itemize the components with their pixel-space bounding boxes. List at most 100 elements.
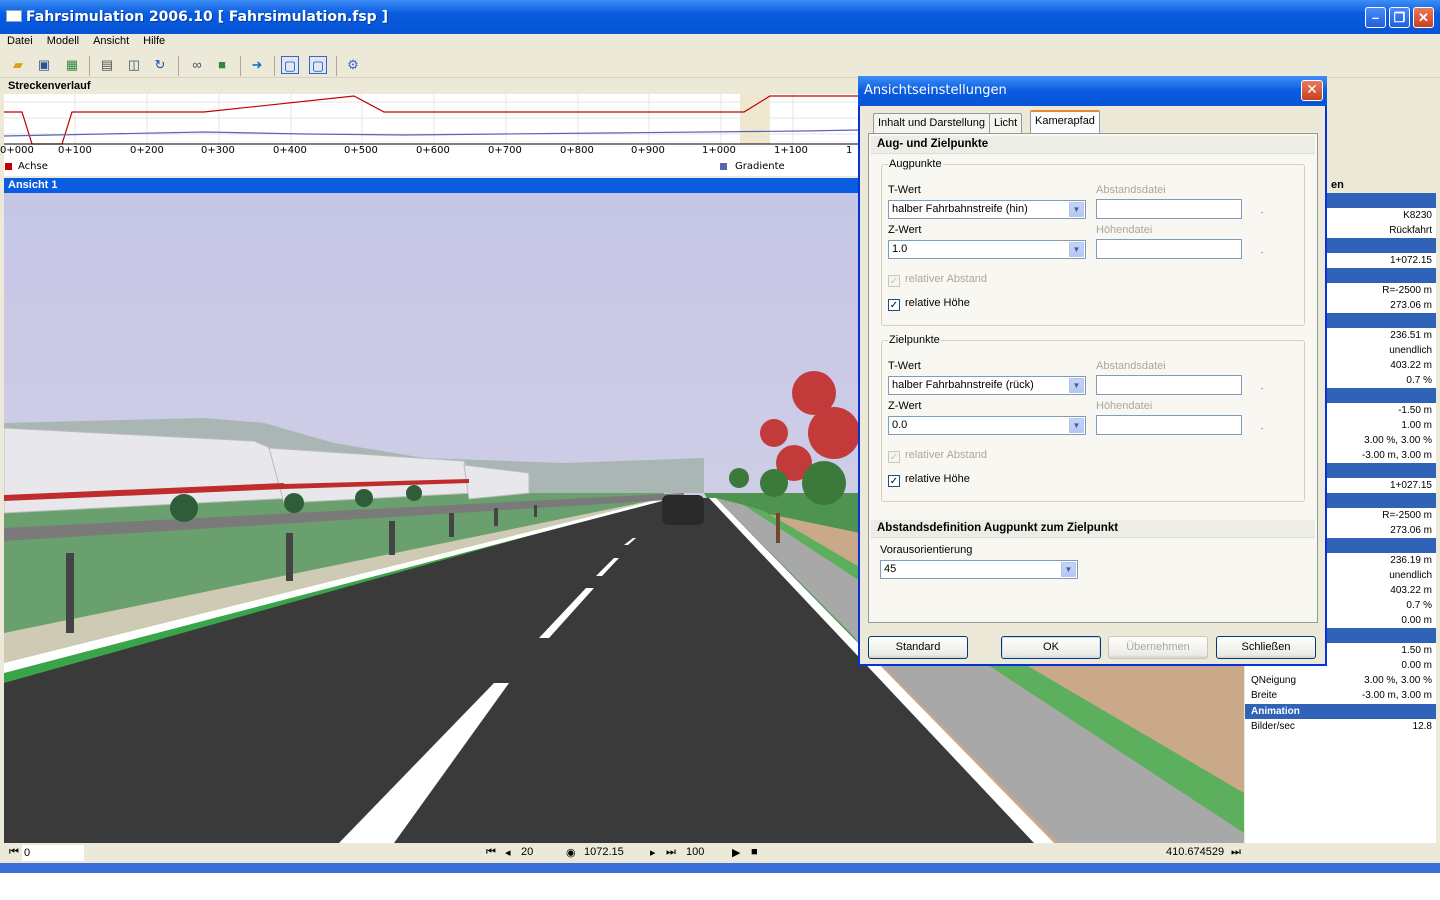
cube-icon[interactable]: ■ — [213, 56, 231, 74]
chevron-down-icon[interactable]: ▼ — [1069, 242, 1084, 257]
station-label: 1 — [846, 145, 853, 156]
window-title: Fahrsimulation 2006.10 [ Fahrsimulation.… — [26, 9, 388, 25]
props-head-fragment: en — [1331, 179, 1344, 191]
taskbar-strip — [0, 863, 1440, 873]
navigate-icon[interactable]: ➜ — [248, 56, 266, 74]
eye-relative-distance-checkbox[interactable]: ✓ relativer Abstand — [888, 273, 987, 287]
chevron-down-icon[interactable]: ▼ — [1069, 378, 1084, 393]
legend-axis: Achse — [18, 161, 48, 172]
frame-start-input[interactable]: 0 — [22, 845, 84, 861]
target-relative-height-checkbox[interactable]: ✓ relative Höhe — [888, 473, 970, 487]
tab-panel-camera-path: Aug- und Zielpunkte Augpunkte T-Wert Abs… — [868, 133, 1318, 623]
profile-graph — [4, 94, 858, 145]
stop-icon[interactable]: ■ — [751, 846, 758, 858]
app-icon — [6, 10, 22, 22]
window-titlebar[interactable]: Fahrsimulation 2006.10 [ Fahrsimulation.… — [0, 0, 1440, 34]
first-frame-icon[interactable]: ⏮ — [9, 846, 19, 859]
step-back-icon[interactable]: ◂ — [505, 846, 511, 859]
property-row: Breite -3.00 m, 3.00 m — [1251, 690, 1432, 701]
menubar: Datei Modell Ansicht Hilfe — [0, 34, 1440, 52]
station-label: 0+800 — [560, 145, 594, 156]
minimize-button[interactable]: – — [1365, 7, 1386, 28]
property-row: QNeigung 3.00 %, 3.00 % — [1251, 675, 1432, 686]
station-label: 1+100 — [774, 145, 808, 156]
view-settings-dialog: Ansichtseinstellungen ✕ Inhalt und Darst… — [858, 76, 1327, 666]
image-icon[interactable]: ▦ — [63, 56, 81, 74]
target-relative-distance-checkbox[interactable]: ✓ relativer Abstand — [888, 449, 987, 463]
station-label: 0+400 — [273, 145, 307, 156]
refresh-icon[interactable]: ↻ — [151, 56, 169, 74]
target-height-file-label: Höhendatei — [1096, 400, 1153, 412]
dialog-title: Ansichtseinstellungen — [864, 83, 1007, 98]
eye-t-select[interactable]: halber Fahrbahnstreife (hin) ▼ — [888, 200, 1086, 219]
target-dist-file-input[interactable] — [1096, 375, 1242, 395]
station-label: 0+500 — [344, 145, 378, 156]
link-icon[interactable]: ∞ — [188, 56, 206, 74]
chevron-down-icon[interactable]: ▼ — [1069, 202, 1084, 217]
position-value[interactable]: 1072.15 — [584, 846, 624, 858]
split-view-icon[interactable]: ▢ — [309, 56, 327, 74]
lead-select[interactable]: 45 ▼ — [880, 560, 1078, 579]
step-value[interactable]: 20 — [521, 846, 533, 858]
profile-title: Streckenverlauf — [8, 80, 91, 92]
step-forward-icon[interactable]: ▸ — [650, 846, 656, 859]
menu-ansicht[interactable]: Ansicht — [86, 34, 136, 48]
tab-light[interactable]: Licht — [989, 113, 1023, 133]
target-t-label: T-Wert — [888, 360, 921, 372]
target-z-label: Z-Wert — [888, 400, 922, 412]
book-icon[interactable]: ◫ — [125, 56, 143, 74]
tab-camera-path[interactable]: Kamerapfad — [1030, 110, 1100, 134]
bottom-area — [0, 873, 1440, 900]
menu-modell[interactable]: Modell — [40, 34, 86, 48]
eye-z-label: Z-Wert — [888, 224, 922, 236]
close-button[interactable]: Schließen — [1216, 636, 1316, 659]
target-z-select[interactable]: 0.0 ▼ — [888, 416, 1086, 435]
standard-button[interactable]: Standard — [868, 636, 968, 659]
close-window-button[interactable]: ✕ — [1413, 7, 1434, 28]
station-label: 0+200 — [130, 145, 164, 156]
tab-content[interactable]: Inhalt und Darstellung — [873, 113, 991, 133]
maximize-button[interactable]: ❐ — [1389, 7, 1410, 28]
export-icon[interactable]: ▤ — [98, 56, 116, 74]
animation-header: Animation — [1245, 704, 1436, 719]
station-label: 1+000 — [702, 145, 736, 156]
open-folder-icon[interactable]: ▰ — [9, 56, 27, 74]
fast-forward-icon[interactable]: ⏭ — [666, 846, 676, 859]
menu-hilfe[interactable]: Hilfe — [136, 34, 172, 48]
eye-relative-height-checkbox[interactable]: ✓ relative Höhe — [888, 297, 970, 311]
apply-button[interactable]: Übernehmen — [1108, 636, 1208, 659]
menu-datei[interactable]: Datei — [0, 34, 40, 48]
eye-z-select[interactable]: 1.0 ▼ — [888, 240, 1086, 259]
help-icon[interactable]: ⚙ — [344, 56, 362, 74]
last-frame-icon[interactable]: ⏭ — [1231, 846, 1241, 859]
eye-height-file-input[interactable] — [1096, 239, 1242, 259]
toolbar: ▰ ▣ ▦ ▤ ◫ ↻ ∞ ■ ➜ ▢ ▢ ⚙ — [0, 52, 1440, 78]
legend-gradient: Gradiente — [735, 161, 785, 172]
play-icon[interactable]: ▶ — [732, 846, 740, 859]
station-label: 0+000 — [0, 145, 34, 156]
target-t-select[interactable]: halber Fahrbahnstreife (rück) ▼ — [888, 376, 1086, 395]
target-group-label: Zielpunkte — [888, 334, 941, 346]
dialog-close-icon[interactable]: ✕ — [1301, 80, 1323, 101]
rewind-icon[interactable]: ⏮ — [486, 846, 496, 859]
target-height-file-input[interactable] — [1096, 415, 1242, 435]
target-dist-file-label: Abstandsdatei — [1096, 360, 1166, 372]
single-view-icon[interactable]: ▢ — [281, 56, 299, 74]
fps-row: Bilder/sec 12.8 — [1251, 721, 1432, 732]
dialog-titlebar[interactable]: Ansichtseinstellungen ✕ — [858, 76, 1327, 106]
chevron-down-icon[interactable]: ▼ — [1061, 562, 1076, 577]
eye-height-file-label: Höhendatei — [1096, 224, 1153, 236]
section-eye-target: Aug- und Zielpunkte — [871, 136, 1315, 154]
eye-group-label: Augpunkte — [888, 158, 943, 170]
save-icon[interactable]: ▣ — [35, 56, 53, 74]
station-label: 0+100 — [58, 145, 92, 156]
ok-button[interactable]: OK — [1001, 636, 1101, 659]
section-lead-distance: Abstandsdefinition Augpunkt zum Zielpunk… — [871, 520, 1315, 538]
eye-dist-file-input[interactable] — [1096, 199, 1242, 219]
frame-end-value[interactable]: 100 — [686, 846, 704, 858]
profile-chart[interactable]: 0+000 0+100 0+200 0+300 0+400 0+500 0+600 0+700… — [0, 94, 858, 176]
chevron-down-icon[interactable]: ▼ — [1069, 418, 1084, 433]
station-label: 0+900 — [631, 145, 665, 156]
statusbar: ⏮ 0 ⏮ ◂ 20 ◉ 1072.15 ▸ ⏭ 100 ▶ ■ 410.674… — [0, 843, 1440, 863]
eye-t-label: T-Wert — [888, 184, 921, 196]
